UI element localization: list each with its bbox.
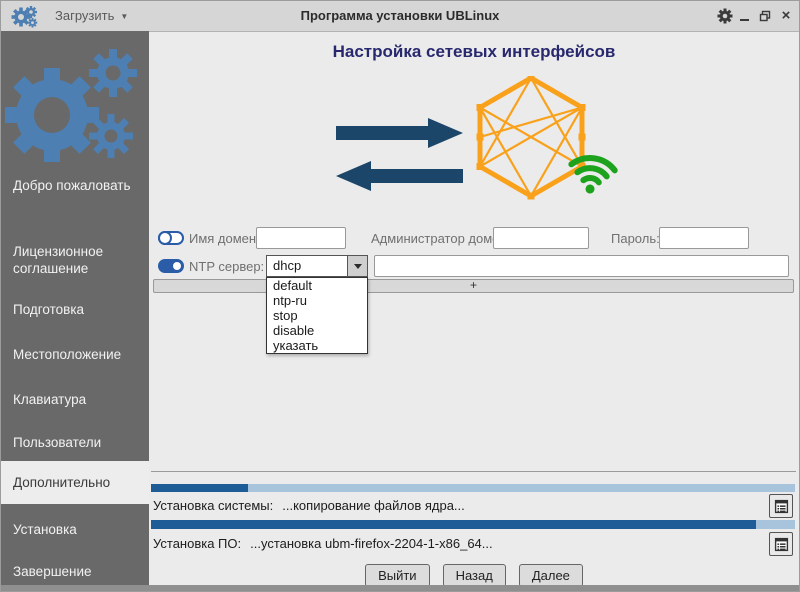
- ntp-mode-select[interactable]: dhcp: [266, 255, 368, 277]
- system-progress-fill: [151, 484, 248, 492]
- password-label: Пароль:: [611, 231, 660, 246]
- dropdown-option-custom[interactable]: указать: [267, 338, 367, 353]
- system-progress-status: ...копирование файлов ядра...: [282, 498, 465, 513]
- arrow-left-icon: [336, 161, 463, 191]
- toggle-knob: [173, 262, 181, 270]
- ntp-server-input[interactable]: [374, 255, 789, 277]
- chevron-down-icon: [353, 263, 362, 269]
- software-log-button[interactable]: [769, 532, 793, 556]
- next-button[interactable]: Далее: [518, 564, 583, 587]
- wizard-buttons: Выйти Назад Далее: [149, 564, 799, 587]
- software-progress-fill: [151, 520, 757, 529]
- domain-name-input[interactable]: [256, 227, 346, 249]
- dropdown-option-default[interactable]: default: [267, 278, 367, 293]
- back-button[interactable]: Назад: [442, 564, 506, 587]
- app-gears-icon: [11, 6, 38, 28]
- gears-illustration: [5, 49, 137, 162]
- close-button[interactable]: ×: [779, 8, 793, 24]
- add-interface-button[interactable]: +: [153, 279, 794, 293]
- log-journal-icon: [774, 537, 788, 551]
- window-bottom-edge: [1, 585, 799, 591]
- installer-window: Загрузить ▼ Программа установки UBLinux ×: [0, 0, 800, 592]
- load-menu[interactable]: Загрузить ▼: [55, 1, 128, 31]
- system-progress-label: Установка системы:: [153, 498, 274, 513]
- software-progress-label: Установка ПО:: [153, 536, 242, 551]
- sidebar-item-welcome[interactable]: Добро пожаловать: [1, 177, 149, 194]
- dropdown-option-ntp-ru[interactable]: ntp-ru: [267, 293, 367, 308]
- system-log-button[interactable]: [769, 494, 793, 518]
- domain-toggle[interactable]: [158, 231, 184, 245]
- section-divider: [151, 471, 796, 472]
- chevron-down-icon: ▼: [120, 12, 129, 21]
- log-journal-icon: [774, 499, 788, 513]
- sidebar-item-install[interactable]: Установка: [1, 521, 149, 538]
- sidebar-item-location[interactable]: Местоположение: [1, 346, 149, 363]
- software-progress-row: Установка ПО: ...установка ubm-firefox-22…: [153, 532, 763, 556]
- sidebar-item-users[interactable]: Пользователи: [1, 434, 149, 451]
- sidebar-item-license[interactable]: Лицензионное соглашение: [1, 243, 149, 277]
- password-input[interactable]: [659, 227, 749, 249]
- window-controls: ×: [737, 1, 793, 31]
- network-hexagon-icon: [476, 76, 586, 200]
- exit-button[interactable]: Выйти: [365, 564, 430, 587]
- combo-dropdown-button[interactable]: [347, 256, 367, 276]
- sidebar-item-preparation[interactable]: Подготовка: [1, 301, 149, 318]
- page-title: Настройка сетевых интерфейсов: [332, 42, 616, 61]
- minimize-button[interactable]: [737, 8, 751, 24]
- toggle-knob: [158, 231, 172, 245]
- sidebar-item-finish[interactable]: Завершение: [1, 563, 149, 580]
- maximize-button[interactable]: [758, 8, 772, 24]
- main-content: Настройка сетевых интерфейсов Имя домена…: [149, 31, 799, 587]
- software-progress-status: ...установка ubm-firefox-2204-1-x86_64..…: [250, 536, 493, 551]
- system-progress-bar: [151, 484, 795, 492]
- dropdown-option-disable[interactable]: disable: [267, 323, 367, 338]
- dropdown-option-stop[interactable]: stop: [267, 308, 367, 323]
- ntp-mode-dropdown-list: default ntp-ru stop disable указать: [266, 277, 368, 354]
- sidebar: Добро пожаловать Лицензионное соглашение…: [1, 31, 149, 585]
- arrow-right-icon: [336, 118, 463, 148]
- system-progress-row: Установка системы: ...копирование файлов …: [153, 494, 763, 518]
- software-progress-bar: [151, 520, 795, 529]
- maximize-restore-icon: [759, 10, 771, 22]
- settings-gear-icon[interactable]: [717, 8, 733, 24]
- sidebar-item-keyboard[interactable]: Клавиатура: [1, 391, 149, 408]
- sidebar-item-additional[interactable]: Дополнительно: [1, 461, 149, 504]
- wifi-icon: [568, 155, 618, 194]
- domain-admin-input[interactable]: [493, 227, 589, 249]
- ntp-toggle[interactable]: [158, 259, 184, 273]
- load-menu-label: Загрузить: [55, 8, 115, 23]
- ntp-mode-selected-value: dhcp: [273, 258, 302, 273]
- network-transfer-illustration: [336, 76, 618, 200]
- title-bar: Загрузить ▼ Программа установки UBLinux ×: [1, 1, 799, 32]
- ntp-server-label: NTP сервер:: [189, 259, 265, 274]
